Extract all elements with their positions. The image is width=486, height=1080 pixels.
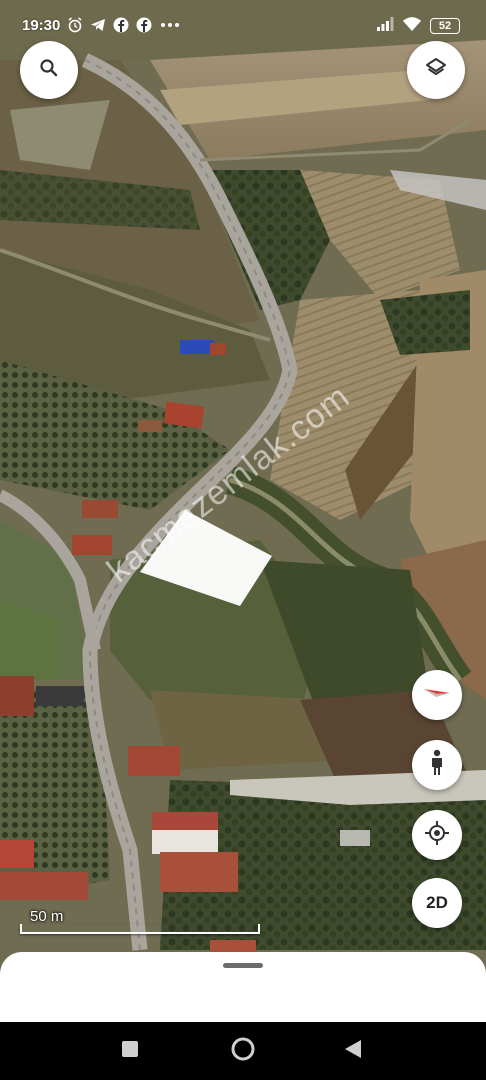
drag-handle[interactable] <box>223 963 263 968</box>
back-button[interactable] <box>338 1036 368 1066</box>
status-bar: 19:30 52 <box>0 0 486 52</box>
2d-toggle-button[interactable]: 2D <box>412 878 462 928</box>
home-circle-icon <box>230 1036 256 1067</box>
system-status-icons: 52 <box>376 16 460 36</box>
my-location-button[interactable] <box>412 810 462 860</box>
layers-icon <box>424 56 448 85</box>
battery-icon: 52 <box>430 18 460 34</box>
scale-bar: 50 m <box>20 904 260 934</box>
recents-button[interactable] <box>115 1036 145 1066</box>
compass-button[interactable] <box>412 670 462 720</box>
telegram-icon <box>89 16 106 33</box>
status-time: 19:30 <box>22 17 61 34</box>
bottom-sheet[interactable] <box>0 952 486 1022</box>
scale-ruler <box>20 924 260 934</box>
home-button[interactable] <box>228 1036 258 1066</box>
facebook-icon <box>112 16 129 33</box>
search-icon <box>39 58 59 83</box>
scale-label: 50 m <box>30 908 64 925</box>
alarm-icon <box>66 16 83 33</box>
compass-icon <box>422 683 452 708</box>
signal-icon <box>376 17 394 35</box>
facebook-icon <box>135 16 152 33</box>
my-location-icon <box>424 820 450 851</box>
more-dots-icon <box>158 16 182 33</box>
search-button[interactable] <box>20 41 78 99</box>
layers-button[interactable] <box>407 41 465 99</box>
recents-square-icon <box>120 1039 140 1064</box>
wifi-icon <box>402 16 422 36</box>
notification-icons <box>66 16 182 33</box>
pegman-icon <box>427 749 447 782</box>
back-triangle-icon <box>343 1038 363 1065</box>
street-view-button[interactable] <box>412 740 462 790</box>
system-nav-bar <box>0 1022 486 1080</box>
